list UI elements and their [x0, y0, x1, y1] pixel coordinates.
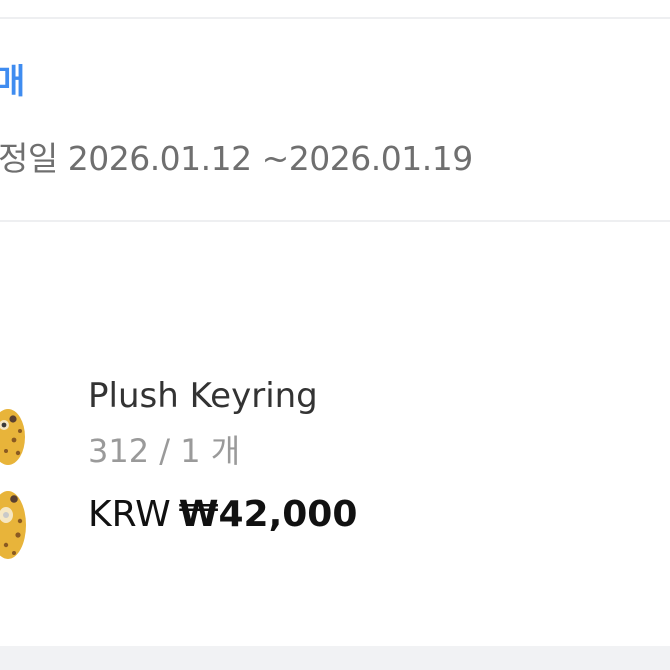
order-item-page: 매 정일 2026.01.12 ~2026.01.19 Plush Keyrin… — [0, 0, 670, 670]
footer-band — [0, 646, 670, 670]
product-price: KRW ₩42,000 — [88, 492, 357, 538]
product-name[interactable]: Plush Keyring — [88, 374, 318, 418]
product-option-quantity: 312 / 1 개 — [88, 432, 241, 470]
order-status-label: 매 — [0, 62, 26, 102]
price-amount: ₩42,000 — [178, 494, 358, 535]
shipping-date-range: 정일 2026.01.12 ~2026.01.19 — [0, 139, 473, 178]
section-divider — [0, 220, 670, 222]
plush-keyring-image — [0, 409, 26, 559]
price-currency: KRW — [88, 494, 171, 535]
product-thumbnail[interactable] — [0, 395, 36, 575]
top-divider — [0, 17, 670, 19]
